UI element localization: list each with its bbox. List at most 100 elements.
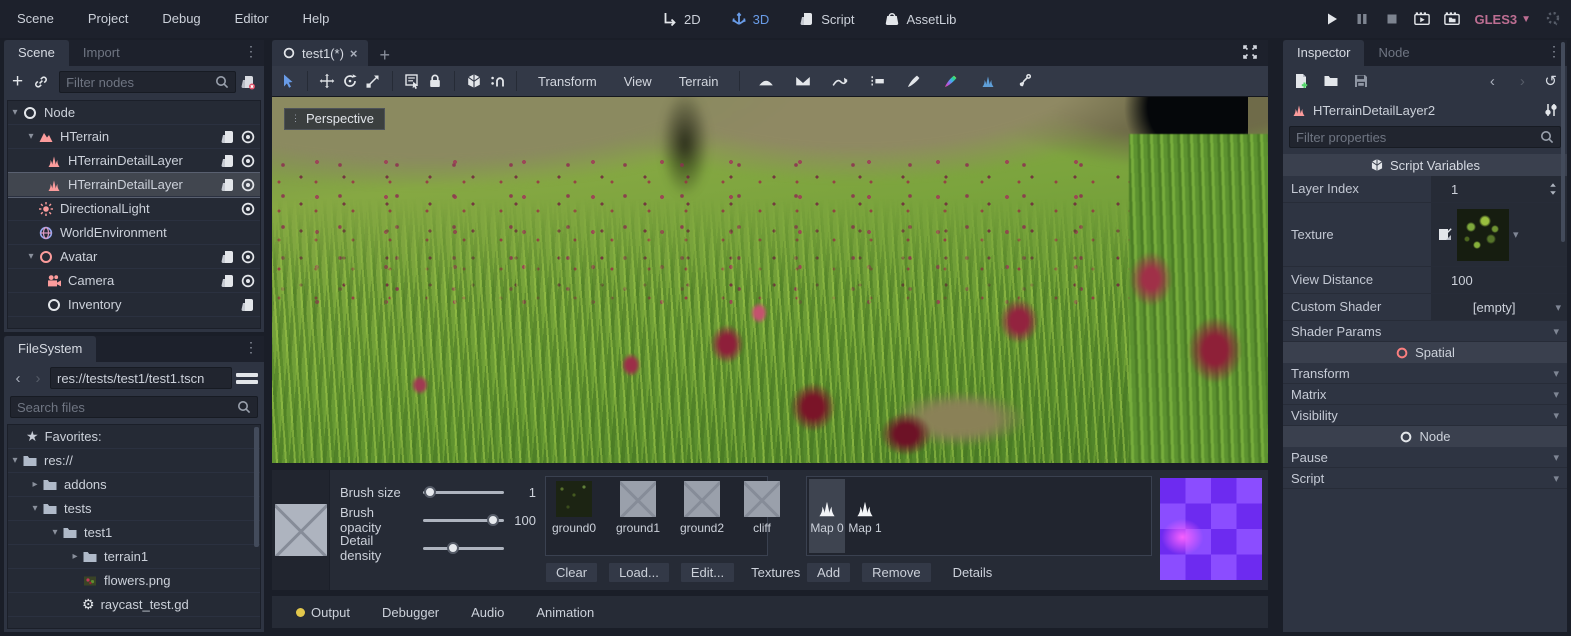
- menu-transform[interactable]: Transform: [528, 74, 607, 89]
- skeleton-snap-icon[interactable]: [489, 73, 505, 89]
- fold-pause[interactable]: Pause▾: [1283, 447, 1567, 468]
- play-custom-scene-button[interactable]: [1444, 11, 1460, 27]
- texture-thumbnail[interactable]: [1457, 209, 1509, 261]
- tab-scene[interactable]: Scene: [4, 40, 69, 66]
- fs-row-flowers-png[interactable]: flowers.png: [8, 569, 260, 593]
- menu-scene[interactable]: Scene: [0, 0, 71, 38]
- details-button[interactable]: Details: [942, 562, 1004, 583]
- visibility-icon[interactable]: [240, 129, 256, 145]
- select-tool-icon[interactable]: [280, 73, 296, 89]
- script-icon[interactable]: [220, 249, 236, 265]
- fs-row-favorites[interactable]: ★ Favorites:: [8, 425, 260, 449]
- display-mode-icon[interactable]: [236, 369, 258, 387]
- texture-slot-ground1[interactable]: ground1: [616, 481, 660, 551]
- clear-button[interactable]: Clear: [545, 562, 598, 583]
- expand-viewport-icon[interactable]: [1242, 44, 1258, 60]
- tab-output[interactable]: Output: [284, 605, 362, 620]
- fold-script[interactable]: Script▾: [1283, 468, 1567, 489]
- fs-row-addons[interactable]: ▸ addons: [8, 473, 260, 497]
- add-button[interactable]: Add: [806, 562, 851, 583]
- load-resource-folder-icon[interactable]: [1323, 73, 1339, 89]
- tab-import[interactable]: Import: [69, 40, 134, 66]
- tree-row-camera[interactable]: Camera: [8, 269, 260, 293]
- color-brush-tool-icon[interactable]: [936, 73, 966, 89]
- perspective-menu[interactable]: ⋮ Perspective: [284, 108, 385, 130]
- menu-project[interactable]: Project: [71, 0, 145, 38]
- chevron-down-icon[interactable]: ▾: [8, 107, 22, 118]
- texture-resource-picker[interactable]: ▾: [1431, 203, 1567, 266]
- stepper-icon[interactable]: [1545, 181, 1561, 197]
- fs-row-res[interactable]: ▾ res://: [8, 449, 260, 473]
- menu-editor[interactable]: Editor: [218, 0, 286, 38]
- stop-button[interactable]: [1384, 11, 1400, 27]
- fs-row-test1[interactable]: ▾ test1: [8, 521, 260, 545]
- texture-slot-ground0[interactable]: ground0: [552, 481, 596, 551]
- map-1-tile[interactable]: Map 1: [847, 479, 883, 553]
- terrain-flatten-tool-icon[interactable]: [862, 73, 892, 89]
- tab-node[interactable]: Node: [1364, 40, 1423, 66]
- script-icon[interactable]: [220, 153, 236, 169]
- menu-debug[interactable]: Debug: [145, 0, 217, 38]
- object-history-icon[interactable]: ↺: [1544, 72, 1557, 90]
- instance-scene-button[interactable]: [33, 74, 49, 90]
- play-button[interactable]: [1324, 11, 1340, 27]
- fs-row-terrain1[interactable]: ▸ terrain1: [8, 545, 260, 569]
- script-icon[interactable]: [240, 297, 256, 313]
- visibility-icon[interactable]: [240, 201, 256, 217]
- workspace-script-button[interactable]: Script: [789, 0, 864, 38]
- tab-filesystem[interactable]: FileSystem: [4, 336, 96, 362]
- save-resource-icon[interactable]: [1353, 73, 1369, 89]
- detail-density-map-preview[interactable]: [1160, 478, 1262, 580]
- nav-forward-icon[interactable]: ›: [30, 370, 46, 387]
- terrain-lower-tool-icon[interactable]: [788, 73, 818, 89]
- script-icon[interactable]: [220, 177, 236, 193]
- script-icon[interactable]: [220, 129, 236, 145]
- close-icon[interactable]: ×: [350, 46, 358, 61]
- chevron-down-icon[interactable]: ▾: [28, 503, 42, 514]
- chevron-right-icon[interactable]: ▸: [28, 479, 42, 490]
- chevron-down-icon[interactable]: ▾: [1513, 228, 1519, 241]
- fold-visibility[interactable]: Visibility▾: [1283, 405, 1567, 426]
- play-scene-button[interactable]: [1414, 11, 1430, 27]
- add-node-button[interactable]: +: [12, 71, 23, 93]
- renderer-dropdown[interactable]: GLES3▼: [1474, 12, 1531, 27]
- filter-nodes-input[interactable]: [59, 71, 236, 93]
- dock-options-icon[interactable]: ⋮: [244, 339, 258, 356]
- tree-row-hterraindetaillayer-2-selected[interactable]: HTerrainDetailLayer: [8, 173, 260, 197]
- chevron-down-icon[interactable]: ▾: [24, 251, 38, 262]
- terrain-raise-tool-icon[interactable]: [751, 73, 781, 89]
- edit-button[interactable]: Edit...: [680, 562, 735, 583]
- filter-properties-input[interactable]: [1289, 126, 1561, 148]
- view-distance-field[interactable]: 100: [1431, 267, 1567, 293]
- workspace-3d-button[interactable]: 3D: [721, 0, 780, 38]
- layer-index-field[interactable]: 1: [1431, 176, 1567, 202]
- object-tools-icon[interactable]: [1543, 102, 1559, 118]
- fold-matrix[interactable]: Matrix▾: [1283, 384, 1567, 405]
- detail-grass-tool-icon[interactable]: [973, 73, 1003, 89]
- brush-shape-preview[interactable]: [272, 470, 330, 590]
- load-button[interactable]: Load...: [608, 562, 670, 583]
- history-back-icon[interactable]: ‹: [1484, 73, 1500, 90]
- tab-debugger[interactable]: Debugger: [370, 605, 451, 620]
- tree-row-inventory[interactable]: Inventory: [8, 293, 260, 317]
- tree-row-node[interactable]: ▾ Node: [8, 101, 260, 125]
- new-resource-icon[interactable]: [1293, 73, 1309, 89]
- visibility-icon[interactable]: [240, 273, 256, 289]
- terrain-smooth-tool-icon[interactable]: [825, 73, 855, 89]
- visibility-icon[interactable]: [240, 249, 256, 265]
- menu-view[interactable]: View: [614, 74, 662, 89]
- tree-row-hterrain[interactable]: ▾ HTerrain: [8, 125, 260, 149]
- chevron-down-icon[interactable]: ▾: [8, 455, 22, 466]
- tab-inspector[interactable]: Inspector: [1283, 40, 1364, 66]
- history-forward-icon[interactable]: ›: [1514, 73, 1530, 90]
- fold-transform[interactable]: Transform▾: [1283, 363, 1567, 384]
- tree-row-worldenvironment[interactable]: WorldEnvironment: [8, 221, 260, 245]
- brush-size-slider[interactable]: [423, 485, 504, 499]
- workspace-2d-button[interactable]: 2D: [652, 0, 711, 38]
- visibility-icon[interactable]: [240, 153, 256, 169]
- remove-button[interactable]: Remove: [861, 562, 931, 583]
- chevron-down-icon[interactable]: ▾: [24, 131, 38, 142]
- detail-density-slider[interactable]: [423, 541, 504, 555]
- chevron-down-icon[interactable]: ▾: [1555, 301, 1561, 314]
- erosion-shovel-tool-icon[interactable]: [1010, 73, 1040, 89]
